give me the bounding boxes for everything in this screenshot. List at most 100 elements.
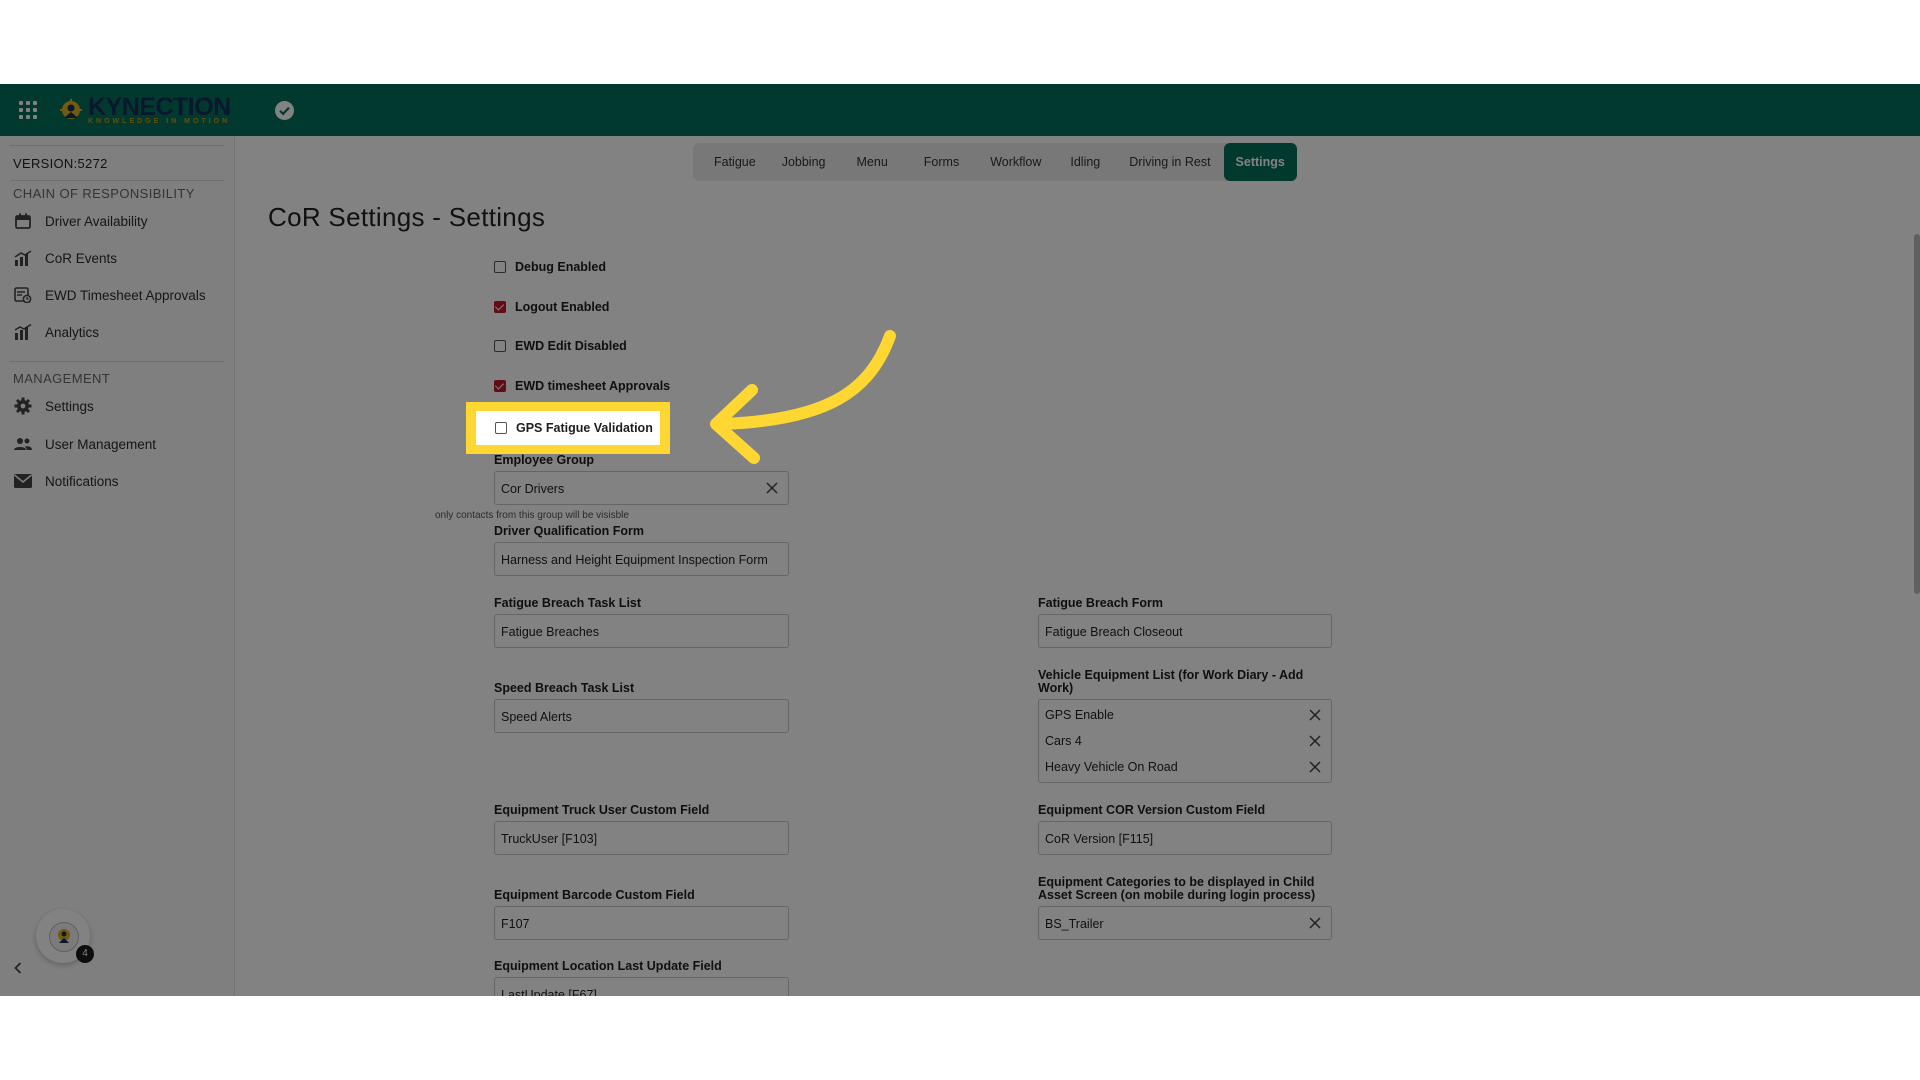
selected-option: GPS Enable: [1039, 702, 1331, 728]
clear-icon[interactable]: [1308, 916, 1322, 930]
field-value: Speed Alerts: [501, 710, 572, 724]
calendar-icon: [12, 211, 34, 231]
top-bar: KYNECTION KNOWLEDGE IN MOTION: [0, 84, 1920, 136]
tab-jobbing[interactable]: Jobbing: [769, 143, 839, 181]
tab-idling[interactable]: Idling: [1054, 143, 1116, 181]
sidebar-divider: [10, 361, 224, 362]
sidebar-item-label: Settings: [45, 398, 94, 414]
sidebar-item-cor-events[interactable]: CoR Events: [12, 245, 227, 271]
tab-fatigue[interactable]: Fatigue: [701, 143, 769, 181]
fatigue-breach-task-list-label: Fatigue Breach Task List: [494, 596, 642, 610]
checkbox-label: Logout Enabled: [515, 300, 610, 314]
remove-option-icon[interactable]: [1308, 760, 1322, 774]
notification-count-badge: 4: [76, 945, 94, 963]
assistant-avatar-button[interactable]: 4: [36, 909, 94, 963]
equipment-location-last-update-select[interactable]: LastUpdate [F67]: [494, 977, 789, 996]
checkbox-box[interactable]: [494, 261, 506, 273]
check-circle-icon[interactable]: [275, 101, 294, 120]
equipment-location-last-update-label: Equipment Location Last Update Field: [494, 959, 722, 973]
collapse-sidebar-button[interactable]: [4, 954, 32, 982]
remove-option-icon[interactable]: [1308, 734, 1322, 748]
bar-chart-icon: [12, 248, 34, 268]
tab-menu[interactable]: Menu: [839, 143, 906, 181]
equipment-cor-version-custom-field-label: Equipment COR Version Custom Field: [1038, 803, 1266, 817]
sidebar-divider: [10, 145, 224, 146]
tab-driving-in-rest[interactable]: Driving in Rest: [1116, 143, 1223, 181]
checkbox-gps-fatigue-validation[interactable]: GPS Fatigue Validation: [495, 421, 653, 435]
checkbox-box[interactable]: [494, 301, 506, 313]
checkbox-logout-enabled[interactable]: Logout Enabled: [494, 300, 609, 314]
field-value: Harness and Height Equipment Inspection …: [501, 553, 768, 567]
checkbox-ewd-timesheet-approvals[interactable]: EWD timesheet Approvals: [494, 379, 670, 393]
tab-settings[interactable]: Settings: [1223, 143, 1297, 181]
field-value: Fatigue Breaches: [501, 625, 599, 639]
checkbox-box[interactable]: [495, 422, 507, 434]
users-icon: [12, 434, 34, 454]
kynection-logo[interactable]: KYNECTION KNOWLEDGE IN MOTION: [58, 94, 231, 126]
employee-group-hint: only contacts from this group will be vi…: [435, 510, 629, 521]
speed-breach-task-list-select[interactable]: Speed Alerts: [494, 699, 789, 733]
chevron-left-icon: [13, 958, 23, 979]
checkbox-label: EWD timesheet Approvals: [515, 379, 671, 393]
sidebar-item-label: CoR Events: [45, 250, 118, 266]
timesheet-icon: [12, 285, 34, 305]
equipment-categories-select[interactable]: BS_Trailer: [1038, 906, 1332, 940]
sidebar-item-notifications[interactable]: Notifications: [12, 468, 227, 494]
option-label: GPS Enable: [1045, 708, 1114, 722]
page-title: CoR Settings - Settings: [268, 202, 546, 232]
driver-qualification-form-select[interactable]: Harness and Height Equipment Inspection …: [494, 542, 789, 576]
field-value: Cor Drivers: [501, 482, 565, 496]
tab-workflow[interactable]: Workflow: [977, 143, 1054, 181]
logo-mark-icon: [58, 97, 84, 123]
sidebar-item-ewd-timesheet-approvals[interactable]: EWD Timesheet Approvals: [12, 282, 227, 308]
employee-group-label: Employee Group: [494, 453, 595, 467]
equipment-truck-user-custom-field-select[interactable]: TruckUser [F103]: [494, 821, 789, 855]
sidebar-item-driver-availability[interactable]: Driver Availability: [12, 208, 227, 234]
sidebar-item-settings[interactable]: Settings: [12, 393, 227, 419]
sidebar-item-analytics[interactable]: Analytics: [12, 319, 227, 345]
version-label: VERSION:5272: [13, 156, 108, 171]
fatigue-breach-form-select[interactable]: Fatigue Breach Closeout: [1038, 614, 1332, 648]
field-value: TruckUser [F103]: [501, 832, 598, 846]
equipment-truck-user-custom-field-label: Equipment Truck User Custom Field: [494, 803, 710, 817]
field-value: CoR Version [F115]: [1045, 832, 1154, 846]
sidebar-divider: [10, 180, 224, 181]
selected-option: Cars 4: [1039, 728, 1331, 754]
sidebar-item-label: Notifications: [45, 473, 119, 489]
logo-tagline: KNOWLEDGE IN MOTION: [88, 118, 231, 125]
remove-option-icon[interactable]: [1308, 708, 1322, 722]
equipment-cor-version-custom-field-select[interactable]: CoR Version [F115]: [1038, 821, 1332, 855]
tab-forms[interactable]: Forms: [906, 143, 977, 181]
main-content: Fatigue Jobbing Menu Forms Workflow Idli…: [235, 136, 1920, 996]
app-window: KYNECTION KNOWLEDGE IN MOTION VERSION:52…: [0, 84, 1920, 996]
vehicle-equipment-list-multiselect[interactable]: GPS Enable Cars 4 Heavy Vehicle On Road: [1038, 699, 1332, 783]
sidebar-item-label: User Management: [45, 436, 157, 452]
sidebar: VERSION:5272 CHAIN OF RESPONSIBILITY Dri…: [0, 136, 235, 996]
checkbox-box[interactable]: [494, 340, 506, 352]
option-label: Cars 4: [1045, 734, 1082, 748]
highlight-frame: GPS Fatigue Validation: [466, 402, 670, 454]
sidebar-item-label: Driver Availability: [45, 213, 148, 229]
app-grid-icon[interactable]: [19, 101, 37, 119]
field-value: LastUpdate [F67]: [501, 988, 597, 996]
driver-qualification-form-label: Driver Qualification Form: [494, 524, 645, 538]
scrollbar[interactable]: [1914, 234, 1920, 594]
section-management: MANAGEMENT: [13, 371, 111, 386]
checkbox-debug-enabled[interactable]: Debug Enabled: [494, 260, 606, 274]
checkbox-label: EWD Edit Disabled: [515, 339, 627, 353]
checkbox-box[interactable]: [494, 380, 506, 392]
logo-name: KYNECTION: [88, 93, 231, 121]
checkbox-ewd-edit-disabled[interactable]: EWD Edit Disabled: [494, 339, 627, 353]
clear-icon[interactable]: [765, 481, 779, 495]
gear-icon: [12, 396, 34, 416]
equipment-categories-label: Equipment Categories to be displayed in …: [1038, 875, 1316, 902]
settings-tabs: Fatigue Jobbing Menu Forms Workflow Idli…: [693, 143, 1297, 181]
section-chain-of-responsibility: CHAIN OF RESPONSIBILITY: [13, 186, 195, 201]
employee-group-select[interactable]: Cor Drivers: [494, 471, 789, 505]
sidebar-item-user-management[interactable]: User Management: [12, 431, 227, 457]
equipment-barcode-custom-field-select[interactable]: F107: [494, 906, 789, 940]
vehicle-equipment-list-label: Vehicle Equipment List (for Work Diary -…: [1038, 668, 1304, 695]
sidebar-item-label: EWD Timesheet Approvals: [45, 287, 206, 303]
mail-icon: [12, 471, 34, 491]
fatigue-breach-task-list-select[interactable]: Fatigue Breaches: [494, 614, 789, 648]
